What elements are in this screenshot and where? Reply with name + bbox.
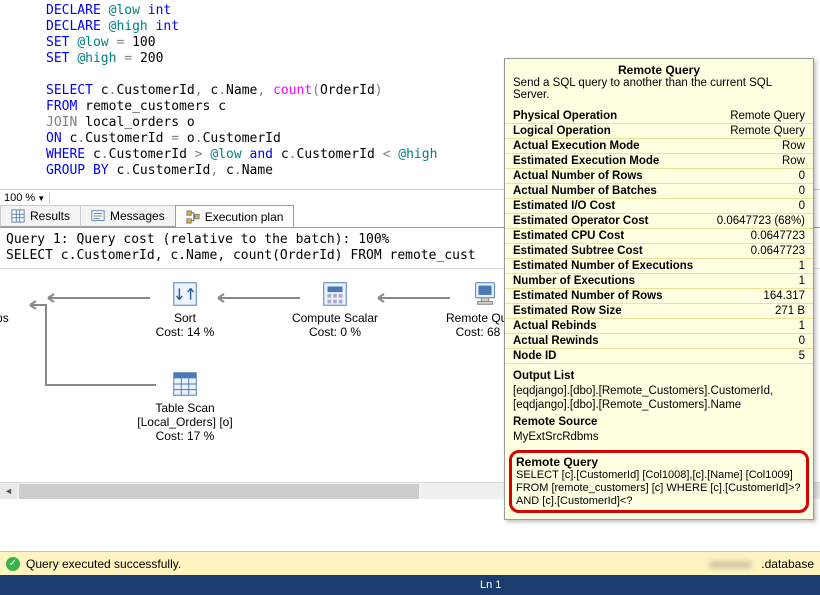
output-list: [eqdjango].[dbo].[Remote_Customers].Cust… bbox=[505, 384, 813, 416]
execution-plan-icon bbox=[186, 210, 200, 224]
output-list-header: Output List bbox=[505, 364, 813, 384]
plan-arrow bbox=[210, 293, 300, 303]
tooltip-property-row: Estimated Number of Rows164.317 bbox=[505, 289, 813, 304]
scroll-left-button[interactable]: ◄ bbox=[0, 483, 17, 500]
tooltip-properties: Physical OperationRemote QueryLogical Op… bbox=[505, 109, 813, 364]
sort-icon bbox=[170, 279, 200, 309]
tooltip-property-row: Estimated Operator Cost0.0647723 (68%) bbox=[505, 214, 813, 229]
tooltip-property-row: Estimated CPU Cost0.0647723 bbox=[505, 229, 813, 244]
tooltip-property-row: Actual Number of Batches0 bbox=[505, 184, 813, 199]
tooltip-property-row: Node ID5 bbox=[505, 349, 813, 364]
tooltip-property-row: Actual Rebinds1 bbox=[505, 319, 813, 334]
tooltip-property-row: Actual Rewinds0 bbox=[505, 334, 813, 349]
cursor-position: Ln 1 bbox=[480, 579, 501, 591]
success-icon: ✓ bbox=[6, 557, 20, 571]
compute-scalar-icon bbox=[320, 279, 350, 309]
plan-arrow bbox=[370, 293, 450, 303]
status-message: Query executed successfully. bbox=[26, 557, 181, 571]
tooltip-property-row: Physical OperationRemote Query bbox=[505, 109, 813, 124]
server-name-blurred: xxxxxxx bbox=[709, 557, 751, 571]
tooltip-property-row: Estimated I/O Cost0 bbox=[505, 199, 813, 214]
messages-icon bbox=[91, 209, 105, 223]
remote-source: MyExtSrcRdbms bbox=[505, 430, 813, 448]
remote-query-header: Remote Query bbox=[516, 455, 802, 469]
tooltip-property-row: Estimated Subtree Cost0.0647723 bbox=[505, 244, 813, 259]
tooltip-property-row: Estimated Row Size271 B bbox=[505, 304, 813, 319]
tab-execution-plan[interactable]: Execution plan bbox=[175, 205, 295, 227]
tooltip-property-row: Actual Execution ModeRow bbox=[505, 139, 813, 154]
grid-icon bbox=[11, 209, 25, 223]
editor-footer: Ln 1 bbox=[0, 575, 820, 595]
operator-tooltip: Remote Query Send a SQL query to another… bbox=[504, 58, 814, 520]
tooltip-property-row: Logical OperationRemote Query bbox=[505, 124, 813, 139]
plan-node-compute-scalar[interactable]: Compute ScalarCost: 0 % bbox=[270, 279, 400, 339]
tooltip-title: Remote Query bbox=[505, 59, 813, 77]
tooltip-property-row: Estimated Execution ModeRow bbox=[505, 154, 813, 169]
scroll-thumb[interactable] bbox=[19, 484, 419, 499]
plan-arrow bbox=[26, 297, 156, 392]
remote-source-header: Remote Source bbox=[505, 416, 813, 430]
tab-messages[interactable]: Messages bbox=[80, 205, 176, 227]
status-bar: ✓ Query executed successfully. xxxxxxx .… bbox=[0, 551, 820, 575]
tab-results[interactable]: Results bbox=[0, 205, 81, 227]
tooltip-description: Send a SQL query to another than the cur… bbox=[505, 77, 813, 109]
remote-query-icon bbox=[470, 279, 500, 309]
table-scan-icon bbox=[170, 369, 200, 399]
status-server: .database bbox=[761, 557, 814, 571]
tooltip-property-row: Estimated Number of Executions1 bbox=[505, 259, 813, 274]
chevron-down-icon: ▼ bbox=[37, 194, 45, 203]
tooltip-property-row: Number of Executions1 bbox=[505, 274, 813, 289]
remote-query-text: SELECT [c].[CustomerId] [Col1008],[c].[N… bbox=[516, 469, 802, 508]
remote-query-highlight: Remote Query SELECT [c].[CustomerId] [Co… bbox=[509, 450, 809, 513]
tooltip-property-row: Actual Number of Rows0 bbox=[505, 169, 813, 184]
